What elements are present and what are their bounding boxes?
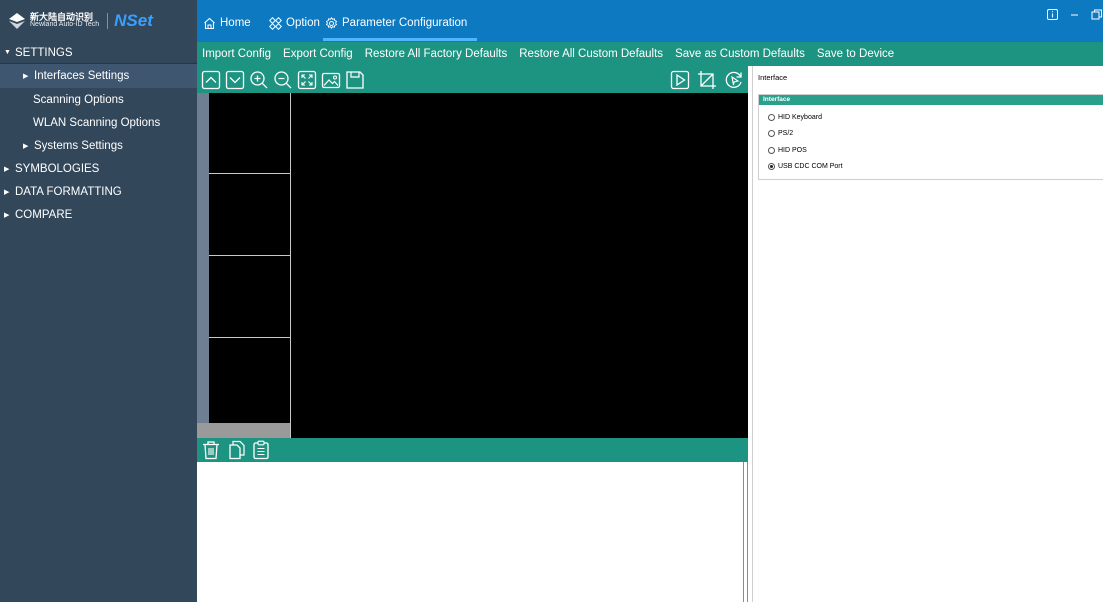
chevron-down-icon[interactable]	[225, 70, 245, 90]
refresh-icon[interactable]	[724, 70, 744, 90]
sidebar-item-label: SETTINGS	[15, 46, 73, 59]
play-icon[interactable]	[670, 70, 690, 90]
sidebar-item-label: WLAN Scanning Options	[33, 116, 161, 129]
image-viewer[interactable]	[197, 93, 748, 438]
tab-label: Parameter Configuration	[342, 17, 468, 29]
group-title: Interface	[759, 95, 1103, 105]
logo-company-cn: 新大陆自动识别	[30, 12, 94, 22]
sidebar-item-label: Systems Settings	[34, 139, 123, 152]
copy-icon[interactable]	[227, 440, 247, 460]
collapsed-triangle-icon: ▶	[4, 211, 10, 219]
sidebar-item-systems-settings[interactable]: ▶ Systems Settings	[0, 134, 197, 157]
paste-icon[interactable]	[251, 440, 271, 460]
sidebar-item-label: Interfaces Settings	[34, 70, 130, 82]
tab-label: Home	[220, 17, 251, 29]
decode-result-area[interactable]	[197, 462, 748, 602]
save-to-device-button[interactable]: Save to Device	[817, 48, 894, 60]
sidebar-item-label: COMPARE	[15, 208, 73, 221]
app-logo: 新大陆自动识别 Newland Auto-ID Tech NSet	[0, 0, 197, 42]
sidebar: 新大陆自动识别 Newland Auto-ID Tech NSet ▼ SETT…	[0, 0, 197, 602]
viewer-divider	[290, 93, 291, 438]
home-icon	[204, 17, 215, 29]
restore-icon[interactable]	[1091, 9, 1103, 20]
panel-title: Interface	[758, 73, 788, 82]
radio-label: USB CDC COM Port	[778, 163, 843, 170]
radio-button-icon	[768, 114, 775, 121]
collapsed-triangle-icon: ▶	[23, 142, 29, 150]
tab-home[interactable]: Home	[203, 13, 251, 33]
parameter-panel: Interface Interface HID Keyboard PS/2 HI…	[752, 66, 1103, 602]
thumbnail[interactable]	[209, 175, 290, 256]
import-config-button[interactable]: Import Config	[202, 48, 271, 60]
sidebar-item-symbologies[interactable]: ▶ SYMBOLOGIES	[0, 157, 197, 180]
thumbnail[interactable]	[209, 339, 290, 422]
save-icon[interactable]	[345, 70, 365, 90]
option-icon	[269, 16, 282, 30]
radio-button-icon	[768, 130, 775, 137]
info-icon[interactable]	[1047, 9, 1058, 20]
restore-factory-defaults-button[interactable]: Restore All Factory Defaults	[365, 48, 508, 60]
tab-option[interactable]: Option	[269, 13, 320, 33]
tab-label: Option	[286, 17, 320, 29]
radio-usb-cdc-com-port[interactable]: USB CDC COM Port	[768, 163, 843, 170]
result-box-border	[743, 462, 744, 602]
gear-icon	[325, 16, 338, 29]
chevron-up-icon[interactable]	[201, 70, 221, 90]
sidebar-item-wlan-scanning-options[interactable]: WLAN Scanning Options	[0, 111, 197, 134]
interface-group: Interface HID Keyboard PS/2 HID POS USB …	[758, 94, 1103, 180]
radio-hid-pos[interactable]: HID POS	[768, 147, 807, 154]
zoom-out-icon[interactable]	[273, 70, 293, 90]
active-tab-indicator	[323, 38, 477, 41]
title-bar: Home Option Parameter Configuration	[197, 0, 1103, 42]
image-icon[interactable]	[321, 70, 341, 90]
thumbnail-strip	[197, 93, 290, 438]
radio-label: HID POS	[778, 147, 807, 154]
sidebar-item-scanning-options[interactable]: Scanning Options	[0, 88, 197, 111]
crop-icon[interactable]	[697, 70, 717, 90]
expanded-triangle-icon: ▼	[4, 49, 11, 56]
tab-parameter-configuration[interactable]: Parameter Configuration	[325, 13, 467, 33]
save-as-custom-defaults-button[interactable]: Save as Custom Defaults	[675, 48, 805, 60]
radio-button-selected-icon	[768, 163, 775, 170]
app-name: NSet	[114, 11, 153, 30]
image-toolbar	[197, 66, 748, 93]
fit-screen-icon[interactable]	[297, 70, 317, 90]
logo-company: 新大陆自动识别 Newland Auto-ID Tech	[30, 13, 99, 29]
thumbnail-scrollbar[interactable]	[197, 93, 209, 423]
radio-label: HID Keyboard	[778, 114, 822, 121]
result-toolbar	[197, 438, 748, 462]
sidebar-item-compare[interactable]: ▶ COMPARE	[0, 203, 197, 226]
collapsed-triangle-icon: ▶	[4, 165, 10, 173]
collapsed-triangle-icon: ▶	[4, 188, 10, 196]
sidebar-item-label: SYMBOLOGIES	[15, 162, 100, 175]
sidebar-item-label: Scanning Options	[33, 93, 124, 106]
radio-hid-keyboard[interactable]: HID Keyboard	[768, 114, 822, 121]
sidebar-item-settings[interactable]: ▼ SETTINGS	[0, 42, 197, 64]
logo-divider	[107, 13, 109, 29]
collapsed-triangle-icon: ▶	[23, 73, 29, 80]
thumbnail-hscrollbar[interactable]	[197, 423, 290, 438]
radio-button-icon	[768, 147, 775, 154]
thumbnail[interactable]	[209, 257, 290, 338]
sidebar-item-interfaces-settings[interactable]: ▶ Interfaces Settings	[0, 64, 197, 88]
window-controls	[1035, 9, 1103, 20]
delete-icon[interactable]	[201, 440, 221, 460]
menu-bar: Import Config Export Config Restore All …	[197, 42, 1103, 66]
logo-company-en: Newland Auto-ID Tech	[30, 21, 100, 28]
thumbnail[interactable]	[209, 93, 290, 174]
export-config-button[interactable]: Export Config	[283, 48, 353, 60]
radio-ps2[interactable]: PS/2	[768, 130, 793, 137]
minimize-icon[interactable]	[1070, 9, 1079, 20]
sidebar-item-data-formatting[interactable]: ▶ DATA FORMATTING	[0, 180, 197, 203]
restore-custom-defaults-button[interactable]: Restore All Custom Defaults	[519, 48, 663, 60]
sidebar-item-label: DATA FORMATTING	[15, 185, 122, 198]
newland-logo-icon	[8, 12, 26, 30]
radio-label: PS/2	[778, 130, 794, 137]
zoom-in-icon[interactable]	[249, 70, 269, 90]
